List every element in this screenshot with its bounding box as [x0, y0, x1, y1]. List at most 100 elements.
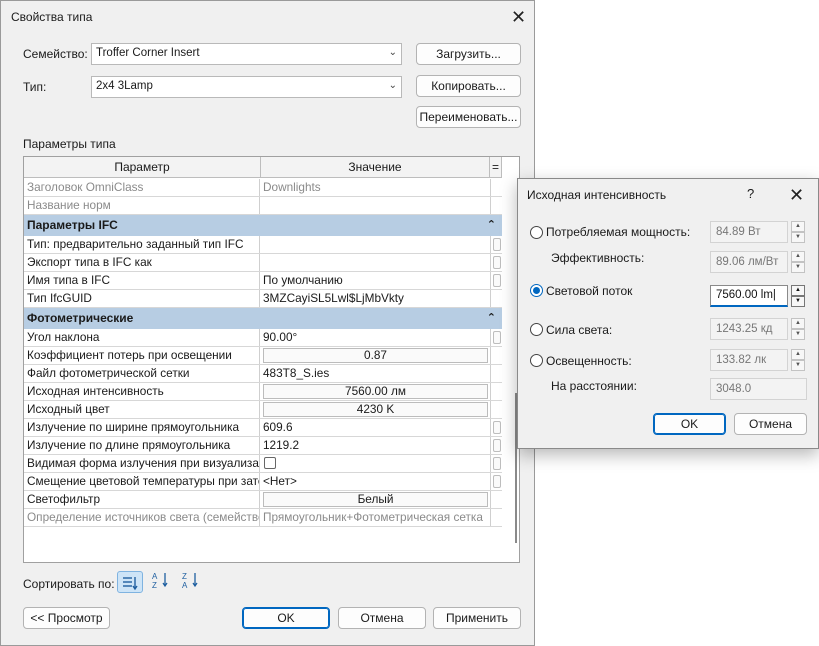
associate-parameter-button[interactable]: [493, 331, 501, 344]
group-header[interactable]: Фотометрические ⌃: [24, 308, 502, 329]
chevron-up-icon: ▲: [791, 349, 805, 360]
sort-descending-icon[interactable]: ZA: [179, 571, 203, 593]
illuminance-radio[interactable]: [530, 354, 543, 367]
value-edit-button[interactable]: 7560.00 лм: [263, 384, 488, 399]
chevron-up-icon[interactable]: ▲: [791, 285, 805, 296]
table-row[interactable]: Файл фотометрической сетки 483T8_S.ies: [24, 365, 502, 383]
efficacy-label: Эффективность:: [551, 251, 645, 265]
copy-button[interactable]: Копировать...: [416, 75, 521, 97]
parameter-value[interactable]: <Нет>: [261, 473, 490, 490]
chevron-up-icon: ▲: [791, 221, 805, 232]
value-edit-button[interactable]: 4230 K: [263, 402, 488, 417]
parameter-value[interactable]: 483T8_S.ies: [261, 365, 490, 382]
group-header[interactable]: Параметры IFC ⌃: [24, 215, 502, 236]
parameter-value[interactable]: По умолчанию: [261, 272, 490, 289]
parameter-value[interactable]: 609.6: [261, 419, 490, 436]
chevron-down-icon[interactable]: ▼: [791, 296, 805, 307]
table-row[interactable]: Коэффициент потерь при освещении 0.87: [24, 347, 502, 365]
associate-parameter-button[interactable]: [493, 439, 501, 452]
associate-parameter-cell[interactable]: [490, 455, 502, 472]
collapse-chevron-icon[interactable]: ⌃: [487, 215, 496, 236]
parameter-value[interactable]: Прямоугольник+Фотометрическая сетка: [261, 509, 490, 526]
parameter-value[interactable]: 4230 K: [261, 401, 490, 418]
table-row[interactable]: Название норм: [24, 197, 502, 215]
associate-parameter-cell[interactable]: [490, 419, 502, 436]
sort-ascending-icon[interactable]: AZ: [149, 571, 173, 593]
table-row[interactable]: Излучение по длине прямоугольника 1219.2: [24, 437, 502, 455]
parameter-value[interactable]: Белый: [261, 491, 490, 508]
luminous-flux-radio[interactable]: [530, 284, 543, 297]
table-row[interactable]: Экспорт типа в IFC как: [24, 254, 502, 272]
table-row[interactable]: Смещение цветовой температуры при затемн…: [24, 473, 502, 491]
power-value: 84.89 Вт: [710, 221, 788, 243]
table-row[interactable]: Тип: предварительно заданный тип IFC: [24, 236, 502, 254]
type-parameters-label: Параметры типа: [23, 137, 116, 151]
luminous-flux-stepper[interactable]: ▲ ▼: [791, 285, 805, 307]
family-label: Семейство:: [23, 47, 88, 61]
value-edit-button[interactable]: Белый: [263, 492, 488, 507]
associate-parameter-cell[interactable]: [490, 329, 502, 346]
parameter-value[interactable]: 7560.00 лм: [261, 383, 490, 400]
table-row[interactable]: Заголовок OmniClass Downlights: [24, 179, 502, 197]
parameter-value[interactable]: 90.00°: [261, 329, 490, 346]
associate-parameter-cell[interactable]: [490, 236, 502, 253]
chevron-down-icon: ▼: [791, 262, 805, 273]
illuminance-label: Освещенность:: [546, 354, 632, 368]
sort-label: Сортировать по:: [23, 577, 115, 591]
rename-button[interactable]: Переименовать...: [416, 106, 521, 128]
associate-parameter-cell[interactable]: [490, 254, 502, 271]
associate-parameter-button[interactable]: [493, 274, 501, 287]
group-header-label: Фотометрические: [27, 311, 134, 325]
parameter-value[interactable]: 1219.2: [261, 437, 490, 454]
cancel-button[interactable]: Отмена: [338, 607, 426, 629]
ok-button[interactable]: OK: [242, 607, 330, 629]
parameter-value[interactable]: [261, 455, 490, 472]
table-row[interactable]: Исходный цвет 4230 K: [24, 401, 502, 419]
parameter-value[interactable]: Downlights: [261, 179, 490, 196]
visible-shape-checkbox[interactable]: [264, 457, 276, 469]
associate-parameter-button[interactable]: [493, 238, 501, 251]
table-row[interactable]: Исходная интенсивность 7560.00 лм: [24, 383, 502, 401]
load-button[interactable]: Загрузить...: [416, 43, 521, 65]
close-icon[interactable]: ✕: [789, 186, 804, 204]
family-select[interactable]: Troffer Corner Insert ⌄: [91, 43, 402, 65]
table-row[interactable]: Излучение по ширине прямоугольника 609.6: [24, 419, 502, 437]
value-edit-button[interactable]: 0.87: [263, 348, 488, 363]
table-row[interactable]: Имя типа в IFC По умолчанию: [24, 272, 502, 290]
table-row[interactable]: Светофильтр Белый: [24, 491, 502, 509]
chevron-down-icon: ⌄: [388, 47, 397, 58]
associate-parameter-button[interactable]: [493, 475, 501, 488]
column-menu-icon[interactable]: =: [490, 157, 502, 178]
table-row[interactable]: Тип IfcGUID 3MZCayiSL5Lwl$LjMbVkty: [24, 290, 502, 308]
type-select[interactable]: 2x4 3Lamp ⌄: [91, 76, 402, 98]
associate-parameter-cell[interactable]: [490, 437, 502, 454]
illuminance-value: 133.82 лк: [710, 349, 788, 371]
luminous-intensity-radio[interactable]: [530, 323, 543, 336]
parameter-value[interactable]: [261, 197, 490, 214]
preview-button[interactable]: << Просмотр: [23, 607, 110, 629]
popup-ok-button[interactable]: OK: [653, 413, 726, 435]
associate-parameter-button[interactable]: [493, 421, 501, 434]
collapse-chevron-icon[interactable]: ⌃: [487, 308, 496, 329]
associate-parameter-cell[interactable]: [490, 473, 502, 490]
luminous-flux-input[interactable]: 7560.00 lm|: [710, 285, 788, 307]
column-header-value[interactable]: Значение: [261, 157, 490, 178]
table-row[interactable]: Угол наклона 90.00°: [24, 329, 502, 347]
sort-grouped-icon[interactable]: [117, 571, 143, 593]
popup-cancel-button[interactable]: Отмена: [734, 413, 807, 435]
parameter-value[interactable]: 0.87: [261, 347, 490, 364]
table-row[interactable]: Видимая форма излучения при визуализации: [24, 455, 502, 473]
associate-parameter-cell[interactable]: [490, 272, 502, 289]
parameter-value[interactable]: 3MZCayiSL5Lwl$LjMbVkty: [261, 290, 490, 307]
associate-parameter-button[interactable]: [493, 457, 501, 470]
power-radio[interactable]: [530, 226, 543, 239]
apply-button[interactable]: Применить: [433, 607, 521, 629]
illuminance-stepper: ▲ ▼: [791, 349, 805, 371]
table-row[interactable]: Определение источников света (семейство)…: [24, 509, 502, 527]
close-icon[interactable]: ✕: [511, 8, 526, 26]
associate-parameter-button[interactable]: [493, 256, 501, 269]
parameter-value[interactable]: [261, 254, 490, 271]
help-icon[interactable]: ?: [747, 186, 754, 201]
parameter-value[interactable]: [261, 236, 490, 253]
column-header-parameter[interactable]: Параметр: [24, 157, 261, 178]
